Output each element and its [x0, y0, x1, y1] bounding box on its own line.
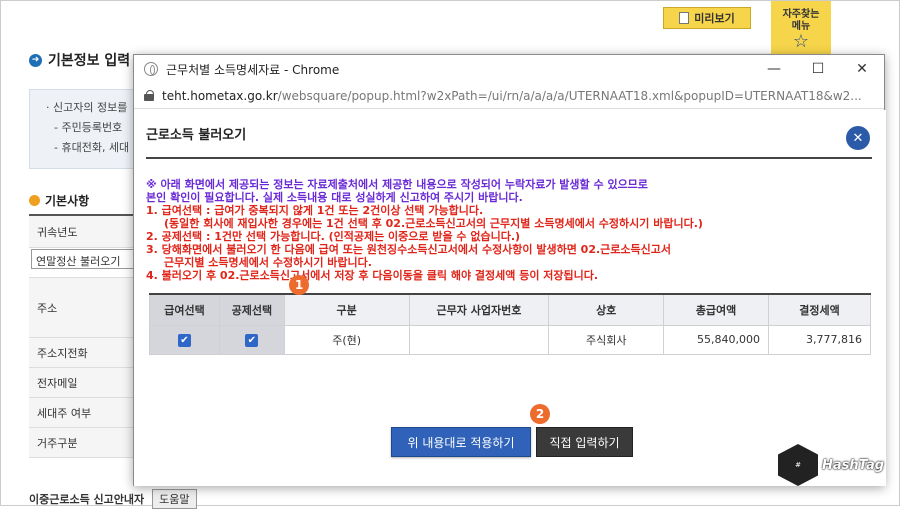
notice-line: 4. 불러오기 후 02.근로소득신고서에서 저장 후 다음이동을 클릭 해야 … — [146, 269, 599, 282]
chrome-popup-window: 근무처별 소득명세자료 - Chrome — ☐ ✕ teht.hometax.… — [133, 54, 886, 486]
info-line: · 신고자의 정보를 — [46, 101, 128, 114]
table-header-row: 급여선택 공제선택 구분 근무자 사업자번호 상호 총급여액 결정세액 — [149, 294, 871, 326]
window-titlebar: 근무처별 소득명세자료 - Chrome — ☐ ✕ — [134, 55, 884, 83]
faq-menu[interactable]: 자주찾는 메뉴 ☆ — [771, 1, 831, 59]
header-pay-select: 급여선택 — [149, 294, 220, 326]
row-label: 전자메일 — [29, 368, 139, 398]
watermark-text: HashTag — [822, 457, 885, 473]
header-category: 구분 — [283, 294, 410, 326]
deduction-select-checkbox[interactable]: ✔ — [245, 333, 259, 347]
row-label: 주소지전화 — [29, 338, 139, 368]
step-marker-2: 2 — [530, 404, 550, 424]
url-host: teht.hometax.go.kr — [162, 88, 278, 103]
table-row: ✔ ✔ 주(현) 주식회사 55,840,000 3,777,816 — [149, 324, 871, 355]
address-bar[interactable]: teht.hometax.go.kr/websquare/popup.html?… — [134, 83, 884, 109]
notice-line: 근무지별 소득명세에서 수정하시기 바랍니다. — [164, 256, 372, 269]
notice-text: ※ 아래 화면에서 제공되는 정보는 자료제출처에서 제공한 내용으로 작성되어… — [146, 178, 872, 282]
total-pay-cell: 55,840,000 — [663, 324, 770, 355]
faq-line1: 자주찾는 — [782, 9, 820, 20]
window-controls: — ☐ ✕ — [752, 55, 884, 83]
biz-no-cell — [408, 324, 550, 355]
header-company: 상호 — [548, 294, 665, 326]
notice-line: 1. 급여선택 : 급여가 중복되지 않게 1건 또는 2건이상 선택 가능합니… — [146, 204, 484, 217]
minimize-icon[interactable]: — — [752, 55, 796, 83]
watermark: # HashTag — [778, 444, 884, 486]
section-title: ➜ 기본정보 입력 — [29, 50, 130, 70]
row-label: 주소 — [29, 278, 139, 338]
apply-button[interactable]: 위 내용대로 적용하기 — [391, 427, 531, 457]
popup-heading: 근로소득 불러오기 — [146, 128, 247, 143]
info-line: - 주민등록번호 — [54, 121, 123, 134]
heading-divider — [146, 157, 872, 159]
notice-line: 2. 공제선택 : 1건만 선택 가능합니다. (인적공제는 이중으로 받을 수… — [146, 230, 521, 243]
category-cell: 주(현) — [283, 324, 410, 355]
preview-label: 미리보기 — [694, 12, 735, 25]
row-label: 세대주 여부 — [29, 398, 139, 428]
bottom-guide: 이중근로소득 신고안내자 도움말 — [29, 489, 197, 509]
row-label: 거주구분 — [29, 428, 139, 458]
company-cell: 주식회사 — [548, 324, 665, 355]
tax-cell: 3,777,816 — [768, 324, 871, 355]
popup-content: 근로소득 불러오기 ✕ ※ 아래 화면에서 제공되는 정보는 자료제출처에서 제… — [134, 110, 886, 486]
basics-title: 기본사항 — [29, 192, 89, 209]
hashtag-logo-icon: # — [778, 444, 818, 486]
row-label: 귀속년도 — [29, 216, 139, 248]
url-path: /websquare/popup.html?w2xPath=/ui/rn/a/a… — [277, 88, 862, 103]
income-table: 급여선택 공제선택 구분 근무자 사업자번호 상호 총급여액 결정세액 ✔ ✔ … — [149, 293, 871, 355]
maximize-icon[interactable]: ☐ — [796, 55, 840, 83]
close-icon[interactable]: ✕ — [840, 55, 884, 83]
header-total-pay: 총급여액 — [663, 294, 770, 326]
lock-icon — [144, 90, 154, 101]
info-box: · 신고자의 정보를 - 주민등록번호 - 휴대전화, 세대 — [29, 89, 139, 169]
notice-line: (동일한 회사에 재입사한 경우에는 1건 선택 후 02.근로소득신고서의 근… — [164, 217, 703, 230]
bullet-icon — [29, 195, 40, 206]
window-title: 근무처별 소득명세자료 - Chrome — [166, 62, 340, 77]
document-icon — [679, 12, 690, 24]
step-marker-1: 1 — [289, 275, 309, 295]
preview-button[interactable]: 미리보기 — [663, 7, 751, 29]
arrow-circle-icon: ➜ — [29, 53, 42, 67]
deduction-select-cell: ✔ — [218, 324, 285, 355]
globe-icon — [144, 62, 158, 76]
help-button[interactable]: 도움말 — [152, 489, 197, 509]
notice-line: ※ 아래 화면에서 제공되는 정보는 자료제출처에서 제공한 내용으로 작성되어… — [146, 178, 648, 191]
header-tax: 결정세액 — [768, 294, 871, 326]
header-deduction-select: 공제선택 — [218, 294, 285, 326]
year-select[interactable]: 연말정산 불러오기 — [31, 249, 135, 269]
notice-line: 3. 당해화면에서 불러오기 한 다음에 급여 또는 원천징수소득신고서에서 수… — [146, 243, 672, 256]
notice-line: 본인 확인이 필요합니다. 실제 소득내용 대로 성실하게 신고하여 주시기 바… — [146, 191, 523, 204]
star-icon: ☆ — [792, 31, 810, 52]
popup-close-icon[interactable]: ✕ — [846, 126, 870, 150]
basics-title-text: 기본사항 — [45, 194, 90, 208]
bottom-text: 이중근로소득 신고안내자 — [29, 493, 145, 506]
info-line: - 휴대전화, 세대 — [54, 141, 130, 154]
pay-select-checkbox[interactable]: ✔ — [177, 333, 191, 347]
pay-select-cell: ✔ — [149, 324, 220, 355]
manual-input-button[interactable]: 직접 입력하기 — [536, 427, 633, 457]
section-title-text: 기본정보 입력 — [48, 53, 131, 69]
header-biz-no: 근무자 사업자번호 — [408, 294, 550, 326]
